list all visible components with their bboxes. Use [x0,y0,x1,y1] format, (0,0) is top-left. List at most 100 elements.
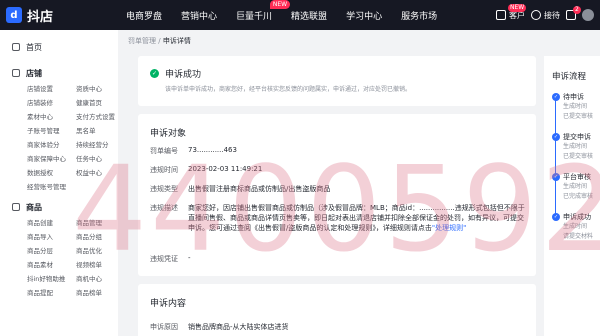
logo-text: 抖店 [27,9,54,25]
breadcrumb-parent[interactable]: 罚单管理 [128,37,156,45]
step-name: 提交申诉 [563,133,591,141]
sidebar-link[interactable]: 数据授权 [27,166,74,180]
nav-item-compass[interactable]: 电商罗盘 [126,9,162,22]
reception-label: 接待 [544,10,560,20]
sidebar-link[interactable]: 素材中心 [27,110,74,124]
rules-link[interactable]: "处理规则" [432,224,466,232]
nav-item-service-market[interactable]: 服务市场 [401,9,437,22]
nav-item-alliance[interactable]: 精选联盟 [291,9,327,22]
step-status: 已提交审核 [563,153,594,160]
new-badge: NEW [269,0,291,9]
violation-time-row: 违规时间 2023-02-03 11:49:21 [150,165,262,175]
store-icon [12,69,20,77]
step-status: 已完成审核 [563,193,594,200]
status-title: 申诉成功 [165,70,202,80]
sidebar-group-title[interactable]: 商品 [12,200,118,214]
sidebar-link[interactable]: 商品分层 [27,244,74,258]
sidebar-link[interactable]: 资质中心 [76,82,123,96]
sidebar-link[interactable]: 商品导入 [27,230,74,244]
process-step: ✓ 提交申诉 生成时间 已提交审核 [552,132,593,162]
field-label: 申诉原因 [150,323,178,331]
field-value: 73............463 [188,146,237,154]
appeal-process-panel: 申诉流程 ✓ 待申诉 生成时间 已提交审核 ✓ 提交申诉 生成时间 已提交审核 ✓ 平… [544,56,600,336]
sidebar-link[interactable]: 商家保障中心 [27,152,74,166]
notification-count-badge: 2 [573,6,581,14]
sidebar-link[interactable]: 店铺设置 [27,82,74,96]
sidebar-link[interactable]: 健康首页 [76,96,123,110]
field-value: - [188,254,191,262]
sidebar-link[interactable]: 抖in好物助推 [27,272,74,286]
nav-item-learning[interactable]: 学习中心 [346,9,382,22]
sidebar-group-title[interactable]: 店铺 [12,66,118,80]
sidebar-link[interactable]: 商品提配 [27,286,74,300]
sidebar-item-home[interactable]: 首页 [0,32,118,62]
sidebar-link[interactable]: 商品管理 [76,216,123,230]
nav-item-qianchuan[interactable]: 巨量千川 NEW [236,0,291,22]
check-icon: ✓ [552,173,560,181]
status-header: ✓ 申诉成功 [150,67,201,80]
nav-label: 电商罗盘 [126,11,163,22]
sidebar-link[interactable]: 店铺装修 [27,96,74,110]
nav-label: 巨量千川 [236,11,273,22]
customer-service-button[interactable]: 客户 NEW [496,3,527,21]
sidebar-link[interactable]: 商品分组 [76,230,123,244]
sidebar-link[interactable]: 子账号管理 [27,124,74,138]
violation-type-row: 违规类型 出售假冒注册商标商品或仿制品/出售盗版商品 [150,184,330,194]
description-text: 商家您好，因店铺出售假冒商品或仿制品（涉及假冒品牌：MLB；商品id：.....… [188,204,525,232]
sidebar-link[interactable]: 黑名单 [76,124,123,138]
violation-description-row: 违规描述 商家您好，因店铺出售假冒商品或仿制品（涉及假冒品牌：MLB；商品id：… [150,203,528,233]
nav-label: 服务市场 [401,11,438,22]
step-status: 已提交审核 [563,113,594,120]
status-card: ✓ 申诉成功 该申诉单申诉成功，商家您好，经平台核实您反馈的问题属实，申诉通过，… [138,56,536,106]
process-step: ✓ 平台审核 生成时间 已完成审核 [552,172,593,202]
field-label: 罚单编号 [150,147,178,155]
sidebar-link[interactable]: 商品优化 [76,244,123,258]
process-title: 申诉流程 [552,72,587,82]
check-icon: ✓ [552,133,560,141]
sidebar-group-label: 店铺 [26,68,42,78]
ticket-number-row: 罚单编号 73............463 [150,146,237,156]
nav-label: 学习中心 [346,11,383,22]
sidebar-link[interactable]: 商品素材 [27,258,74,272]
sidebar-link[interactable]: 支付方式设置 [76,110,123,124]
check-icon: ✓ [552,213,560,221]
success-check-icon: ✓ [150,69,159,78]
field-value: 销售品牌商品-从大陆实体店进货 [188,323,289,331]
sidebar-link[interactable]: 商品榜单 [76,286,123,300]
field-label: 违规时间 [150,166,178,174]
sidebar-link[interactable]: 权益中心 [76,166,123,180]
sidebar: 首页 店铺 店铺设置 资质中心 店铺装修 健康首页 素材中心 支付方式设置 子账号管理 黑名单… [0,30,118,336]
notification-button[interactable]: 2 [566,6,581,20]
sidebar-group-label: 商品 [26,202,42,212]
field-value: 2023-02-03 11:49:21 [188,165,263,173]
sidebar-link[interactable]: 商品创建 [27,216,74,230]
sidebar-link[interactable]: 经营账号管理 [27,180,74,194]
step-time: 生成时间 [563,103,588,110]
field-label: 违规描述 [150,204,178,212]
breadcrumb-current: 申诉详情 [162,37,191,45]
sidebar-link[interactable]: 视频榜单 [76,258,123,272]
violation-evidence-row: 违规凭证 - [150,254,191,264]
nav-item-marketing[interactable]: 营销中心 [181,9,217,22]
sidebar-link[interactable]: 商家体验分 [27,138,74,152]
sidebar-store-links: 店铺设置 资质中心 店铺装修 健康首页 素材中心 支付方式设置 子账号管理 黑名单 商家体验分持… [12,82,118,194]
step-name: 平台审核 [563,173,591,181]
breadcrumb: 罚单管理 / 申诉详情 [128,34,191,48]
sidebar-link[interactable]: 持续经营分 [76,138,123,152]
process-step: ✓ 待申诉 生成时间 已提交审核 [552,92,593,122]
status-description: 该申诉单申诉成功，商家您好，经平台核实您反馈的问题属实，申诉通过，对应处罚已撤销… [165,86,412,93]
logo[interactable]: d 抖店 [6,6,126,25]
doudian-logo-icon: d [6,7,22,23]
user-avatar[interactable] [582,9,594,21]
top-right-tools: 客户 NEW 接待 2 [496,0,594,30]
field-label: 违规凭证 [150,255,178,263]
sidebar-link[interactable]: 任务中心 [76,152,123,166]
step-time: 生成时间 [563,183,588,190]
field-label: 违规类型 [150,185,178,193]
check-icon: ✓ [552,93,560,101]
step-time: 生成时间 [563,223,588,230]
sidebar-link[interactable]: 商机中心 [76,272,123,286]
section-title: 申诉对象 [150,129,187,139]
reception-button[interactable]: 接待 [531,10,560,21]
process-step: ✓ 申诉成功 生成时间 请提交材料 [552,212,593,242]
